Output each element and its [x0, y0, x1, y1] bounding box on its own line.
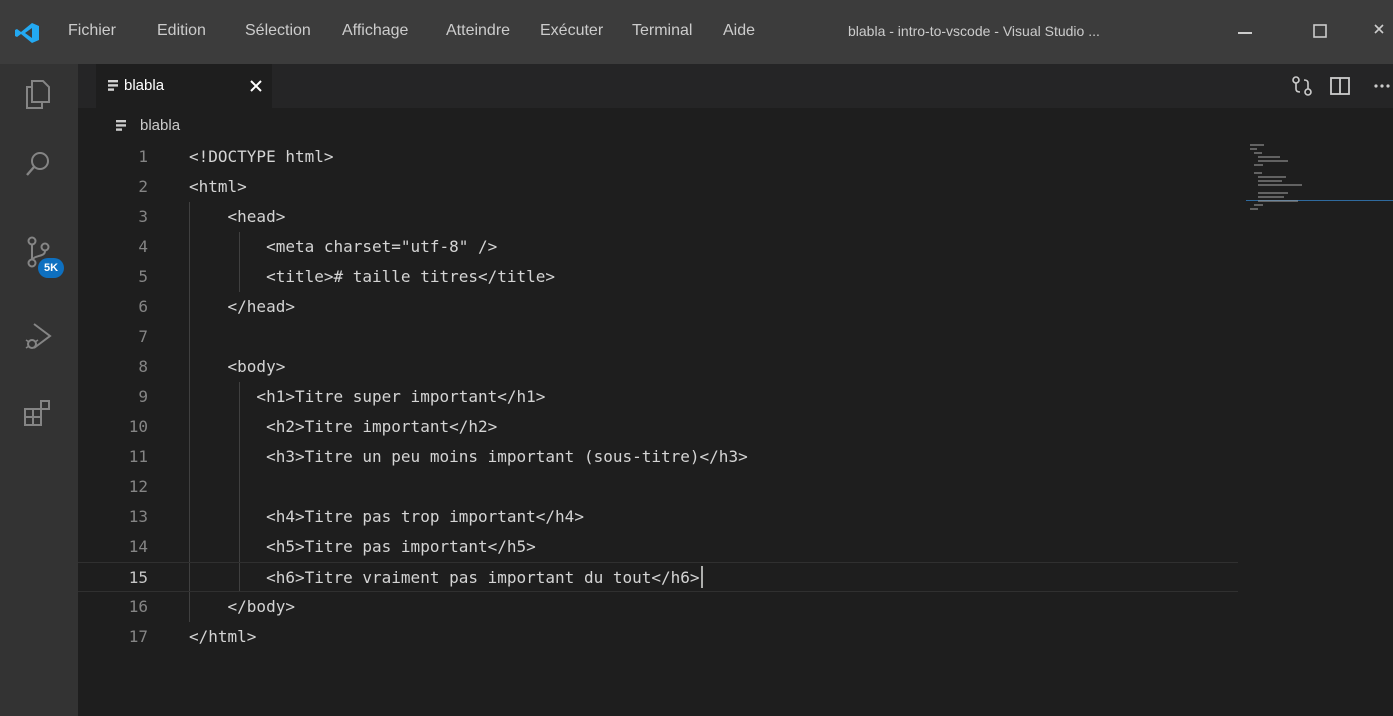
line-code[interactable]: <h2>Titre important</h2> — [189, 412, 497, 442]
open-changes-icon[interactable] — [1290, 74, 1314, 98]
run-debug-button[interactable] — [14, 312, 62, 360]
code-line[interactable]: 8 <body> — [78, 352, 1238, 382]
maximize-button[interactable] — [1300, 14, 1340, 50]
code-line[interactable]: 1 <!DOCTYPE html> — [78, 142, 1238, 172]
text-cursor — [700, 566, 703, 588]
line-code[interactable]: <h6>Titre vraiment pas important du tout… — [189, 563, 699, 593]
code-line[interactable]: 10 <h2>Titre important</h2> — [78, 412, 1238, 442]
explorer-button[interactable] — [14, 70, 62, 118]
close-icon — [1374, 24, 1384, 34]
code-line[interactable]: 5 <title># taille titres</title> — [78, 262, 1238, 292]
menu-atteindre[interactable]: Atteindre — [446, 22, 510, 40]
menu-executer[interactable]: Exécuter — [540, 22, 603, 40]
line-number: 9 — [138, 387, 148, 406]
line-number: 16 — [128, 597, 148, 616]
line-code[interactable]: <body> — [189, 352, 286, 382]
line-code[interactable]: </body> — [189, 592, 295, 622]
code-line[interactable]: 16 </body> — [78, 592, 1238, 622]
tab-blabla[interactable]: blabla — [96, 64, 272, 108]
menu-affichage[interactable]: Affichage — [342, 22, 408, 40]
minimize-button[interactable] — [1225, 14, 1265, 50]
vscode-logo-icon — [15, 23, 39, 43]
window-title: blabla - intro-to-vscode - Visual Studio… — [848, 23, 1100, 39]
title-bar: Fichier Edition Sélection Affichage Atte… — [0, 0, 1393, 64]
line-code[interactable]: </html> — [189, 622, 256, 652]
code-line[interactable]: 3 <head> — [78, 202, 1238, 232]
tab-label: blabla — [124, 77, 165, 94]
code-line[interactable]: 13 <h4>Titre pas trop important</h4> — [78, 502, 1238, 532]
line-code[interactable]: <h1>Titre super important</h1> — [189, 382, 545, 412]
breadcrumb-file[interactable]: blabla — [140, 117, 180, 134]
tab-bar: blabla — [78, 64, 1393, 108]
code-line[interactable]: 9 <h1>Titre super important</h1> — [78, 382, 1238, 412]
menu-selection[interactable]: Sélection — [245, 22, 311, 40]
code-line[interactable]: 11 <h3>Titre un peu moins important (sou… — [78, 442, 1238, 472]
run-debug-icon — [25, 323, 52, 349]
file-icon — [116, 120, 126, 131]
line-code[interactable]: <h3>Titre un peu moins important (sous-t… — [189, 442, 748, 472]
line-number: 8 — [138, 357, 148, 376]
code-line[interactable]: 12 — [78, 472, 1238, 502]
line-number: 15 — [128, 568, 148, 587]
line-number: 7 — [138, 327, 148, 346]
line-code[interactable]: <!DOCTYPE html> — [189, 142, 334, 172]
explorer-icon — [26, 80, 50, 109]
line-code[interactable]: <html> — [189, 172, 247, 202]
line-number: 11 — [128, 447, 148, 466]
line-code[interactable]: </head> — [189, 292, 295, 322]
file-icon — [108, 80, 118, 91]
code-line[interactable]: 2 <html> — [78, 172, 1238, 202]
line-number: 1 — [138, 147, 148, 166]
code-line[interactable]: 4 <meta charset="utf-8" /> — [78, 232, 1238, 262]
code-line[interactable]: 15 <h6>Titre vraiment pas important du t… — [78, 562, 1238, 592]
scm-badge: 5K — [38, 258, 64, 278]
minimize-icon — [1238, 32, 1252, 34]
extensions-icon — [24, 400, 50, 426]
close-tab-icon[interactable] — [248, 78, 264, 94]
code-line[interactable]: 17 </html> — [78, 622, 1238, 652]
more-actions-icon[interactable] — [1368, 74, 1393, 98]
line-number: 5 — [138, 267, 148, 286]
line-code[interactable]: <head> — [189, 202, 286, 232]
line-number: 17 — [128, 627, 148, 646]
code-line[interactable]: 14 <h5>Titre pas important</h5> — [78, 532, 1238, 562]
line-number: 4 — [138, 237, 148, 256]
search-icon — [26, 152, 49, 176]
line-number: 3 — [138, 207, 148, 226]
code-line[interactable]: 7 — [78, 322, 1238, 352]
line-code[interactable]: <meta charset="utf-8" /> — [189, 232, 497, 262]
menu-terminal[interactable]: Terminal — [632, 22, 692, 40]
line-number: 10 — [128, 417, 148, 436]
line-number: 14 — [128, 537, 148, 556]
minimap[interactable] — [1246, 142, 1393, 222]
line-code[interactable]: <h5>Titre pas important</h5> — [189, 532, 536, 562]
extensions-button[interactable] — [14, 390, 62, 438]
menu-edition[interactable]: Edition — [157, 22, 206, 40]
code-editor[interactable]: 1 <!DOCTYPE html> 2 <html> 3 <head> 4 <meta c… — [78, 142, 1393, 716]
line-number: 12 — [128, 477, 148, 496]
line-number: 6 — [138, 297, 148, 316]
maximize-icon — [1313, 24, 1327, 38]
menu-fichier[interactable]: Fichier — [68, 22, 116, 40]
code-line[interactable]: 6 </head> — [78, 292, 1238, 322]
split-editor-icon[interactable] — [1328, 74, 1352, 98]
line-code[interactable]: <title># taille titres</title> — [189, 262, 555, 292]
close-window-button[interactable] — [1365, 14, 1393, 50]
line-number: 13 — [128, 507, 148, 526]
search-button[interactable] — [14, 140, 62, 188]
line-code[interactable]: <h4>Titre pas trop important</h4> — [189, 502, 584, 532]
line-number: 2 — [138, 177, 148, 196]
menu-aide[interactable]: Aide — [723, 22, 755, 40]
activity-bar: 5K — [0, 64, 78, 716]
